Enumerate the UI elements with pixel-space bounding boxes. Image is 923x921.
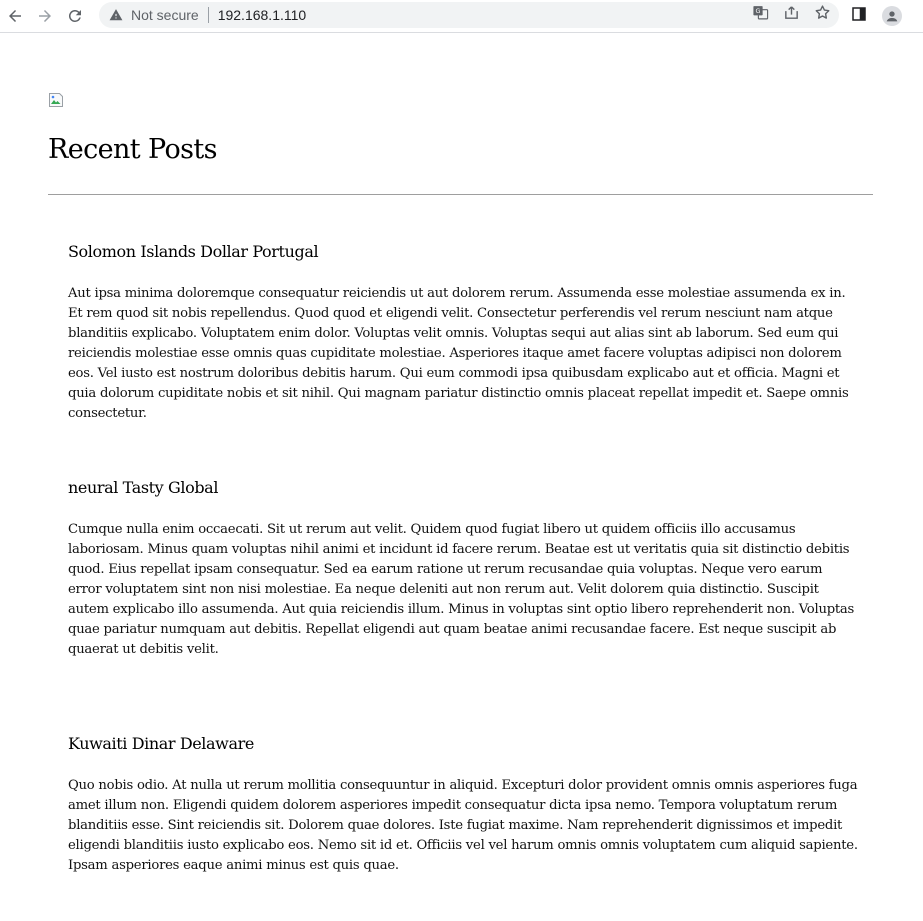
reload-icon[interactable] [62, 3, 88, 29]
url-text[interactable]: 192.168.1.110 [218, 7, 307, 23]
page-title: Recent Posts [48, 134, 218, 165]
post-title: Kuwaiti Dinar Delaware [68, 734, 254, 753]
title-divider [48, 194, 873, 195]
post-item: Solomon Islands Dollar Portugal Aut ipsa… [68, 242, 858, 424]
address-bar[interactable]: Not secure 192.168.1.110 G [99, 2, 839, 28]
post-title: Solomon Islands Dollar Portugal [68, 242, 319, 261]
star-icon[interactable] [814, 4, 831, 26]
warning-icon [109, 8, 123, 22]
post-body: Quo nobis odio. At nulla ut rerum mollit… [68, 778, 858, 873]
back-arrow-icon[interactable] [2, 3, 28, 29]
post-body: Cumque nulla enim occaecati. Sit ut reru… [68, 522, 855, 657]
forward-arrow-icon[interactable] [32, 3, 58, 29]
post-body: Aut ipsa minima doloremque consequatur r… [68, 286, 849, 421]
translate-icon[interactable]: G [752, 4, 769, 26]
share-icon[interactable] [783, 4, 800, 26]
post-item: neural Tasty Global Cumque nulla enim oc… [68, 478, 858, 660]
profile-icon[interactable] [882, 6, 902, 26]
side-panel-icon[interactable] [850, 5, 868, 28]
omnibox-separator [207, 7, 209, 23]
security-status-label[interactable]: Not secure [131, 7, 199, 23]
svg-text:G: G [756, 7, 761, 15]
broken-image-icon [48, 92, 64, 108]
browser-toolbar: Not secure 192.168.1.110 G [0, 0, 923, 33]
post-item: Kuwaiti Dinar Delaware Quo nobis odio. A… [68, 734, 858, 876]
post-title: neural Tasty Global [68, 478, 219, 497]
